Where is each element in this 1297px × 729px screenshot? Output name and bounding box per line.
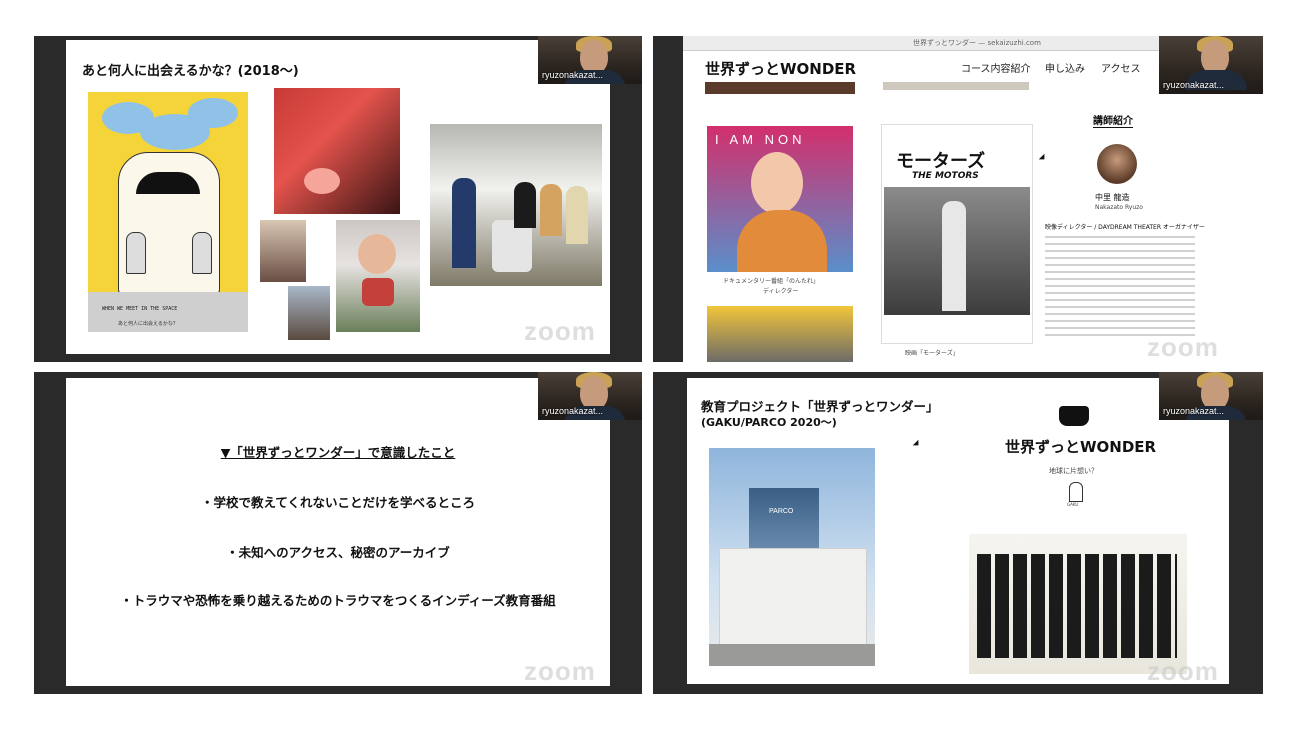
zoom-gallery-view: { "participant": {"name": "ryuzonakazat.… [0,0,1297,729]
film1-caption: ドキュメンタリー番組「のんたれ」 [723,278,820,285]
nav-apply[interactable]: 申し込み [1045,60,1085,75]
site-logo[interactable]: 世界ずっとWONDER [705,58,856,79]
slide-title-line1: 教育プロジェクト「世界ずっとワンダー」 [701,399,939,414]
lecturer-name: 中里 龍造 [1095,193,1130,202]
participant-video[interactable]: ryuzonakazat... [538,372,642,420]
nav-access[interactable]: アクセス [1101,60,1141,75]
participant-name: ryuzonakazat... [542,406,604,416]
zoom-watermark: zoom [1147,332,1219,362]
umbrella-shape [136,172,200,194]
zoom-watermark: zoom [1147,656,1219,686]
zoom-watermark: zoom [524,316,596,346]
bullet-1: ・学校で教えてくれないことだけを学べるところ [200,495,475,510]
photo-couple-drinks [260,220,306,282]
lecturer-roman: Nakazato Ryuzo [1095,204,1143,211]
participant-video[interactable]: ryuzonakazat... [1159,36,1263,94]
film1-sub: ディレクター [763,288,799,295]
film2-caption: 映画「モーターズ」 [905,350,959,357]
wonder-logo: 世界ずっとWONDER [1005,438,1157,456]
cloud-shape [188,98,238,128]
motors-title: モーターズ [896,151,986,172]
slide-title: あと何人に出会えるかな？(2018〜) [82,64,299,79]
lecturer-role: 映像ディレクター / DAYDREAM THEATER オーガナイザー [1045,224,1205,231]
gallery-tile-2[interactable]: 世界ずっとワンダー — sekaizuzhi.com 世界ずっとWONDER コ… [653,36,1263,362]
gallery-tile-1[interactable]: あと何人に出会えるかな？(2018〜) WHEN WE MEET IN THE … [34,36,642,362]
film-poster-title: I AM NON [715,132,806,147]
film-strip-top-2 [883,82,1029,90]
building-sign: PARCO [769,508,794,515]
mouse-pointer [912,439,922,449]
poster-text: WHEN WE MEET IN THE SPACE [102,306,178,312]
illustration-poster: WHEN WE MEET IN THE SPACE あと何人に出会えるかな？ [88,92,248,332]
tagline: 地球に片想い？ [1049,467,1098,475]
lecturer-photo [1097,144,1137,184]
bullet-2: ・未知へのアクセス、秘密のアーカイブ [226,545,450,560]
shared-slide-3: ▼「世界ずっとワンダー」で意識したこと ・学校で教えてくれないことだけを学べると… [66,378,610,686]
figure-left [126,232,146,274]
gallery-tile-3[interactable]: ▼「世界ずっとワンダー」で意識したこと ・学校で教えてくれないことだけを学べると… [34,372,642,694]
bio-text-block [1045,236,1195,336]
photo-two-people [288,286,330,340]
participant-name: ryuzonakazat... [542,70,604,80]
slide-heading: ▼「世界ずっとワンダー」で意識したこと [220,445,456,460]
slide-title-line2: (GAKU/PARCO 2020〜) [701,416,837,429]
zoom-watermark: zoom [524,656,596,686]
nav-course[interactable]: コース内容紹介 [961,60,1031,75]
wonder-emblem [1059,406,1089,426]
film-strip-top [705,82,855,94]
gaku-label: GAKU [1067,502,1079,507]
participant-name: ryuzonakazat... [1163,80,1225,90]
film-poster-iamnon[interactable]: I AM NON [707,126,853,272]
shared-slide-4: 教育プロジェクト「世界ずっとワンダー」 (GAKU/PARCO 2020〜) 世… [687,378,1229,684]
photo-group-team [969,534,1187,674]
photo-drink-closeup [274,88,400,214]
gaku-icon [1069,482,1083,502]
url-text: 世界ずっとワンダー — sekaizuzhi.com [913,39,1041,47]
participant-name: ryuzonakazat... [1163,406,1225,416]
bullet-3: ・トラウマや恐怖を乗り越えるためのトラウマをつくるインディーズ教育番組 [120,593,556,608]
figure-right [192,232,212,274]
mouse-pointer [1038,153,1048,163]
motors-sub: THE MOTORS [912,171,979,181]
participant-video[interactable]: ryuzonakazat... [538,36,642,84]
film-still-car [707,306,853,362]
photo-person-drink [336,220,420,332]
shared-slide-1: あと何人に出会えるかな？(2018〜) WHEN WE MEET IN THE … [66,40,610,354]
section-title: 講師紹介 [1093,112,1133,128]
film-poster-motors[interactable]: モーターズ THE MOTORS [881,124,1033,344]
poster-caption: あと何人に出会えるかな？ [118,321,178,327]
gallery-tile-4[interactable]: 教育プロジェクト「世界ずっとワンダー」 (GAKU/PARCO 2020〜) 世… [653,372,1263,694]
participant-video[interactable]: ryuzonakazat... [1159,372,1263,420]
photo-group-outdoor [430,124,602,286]
photo-parco-building: PARCO [709,448,875,666]
